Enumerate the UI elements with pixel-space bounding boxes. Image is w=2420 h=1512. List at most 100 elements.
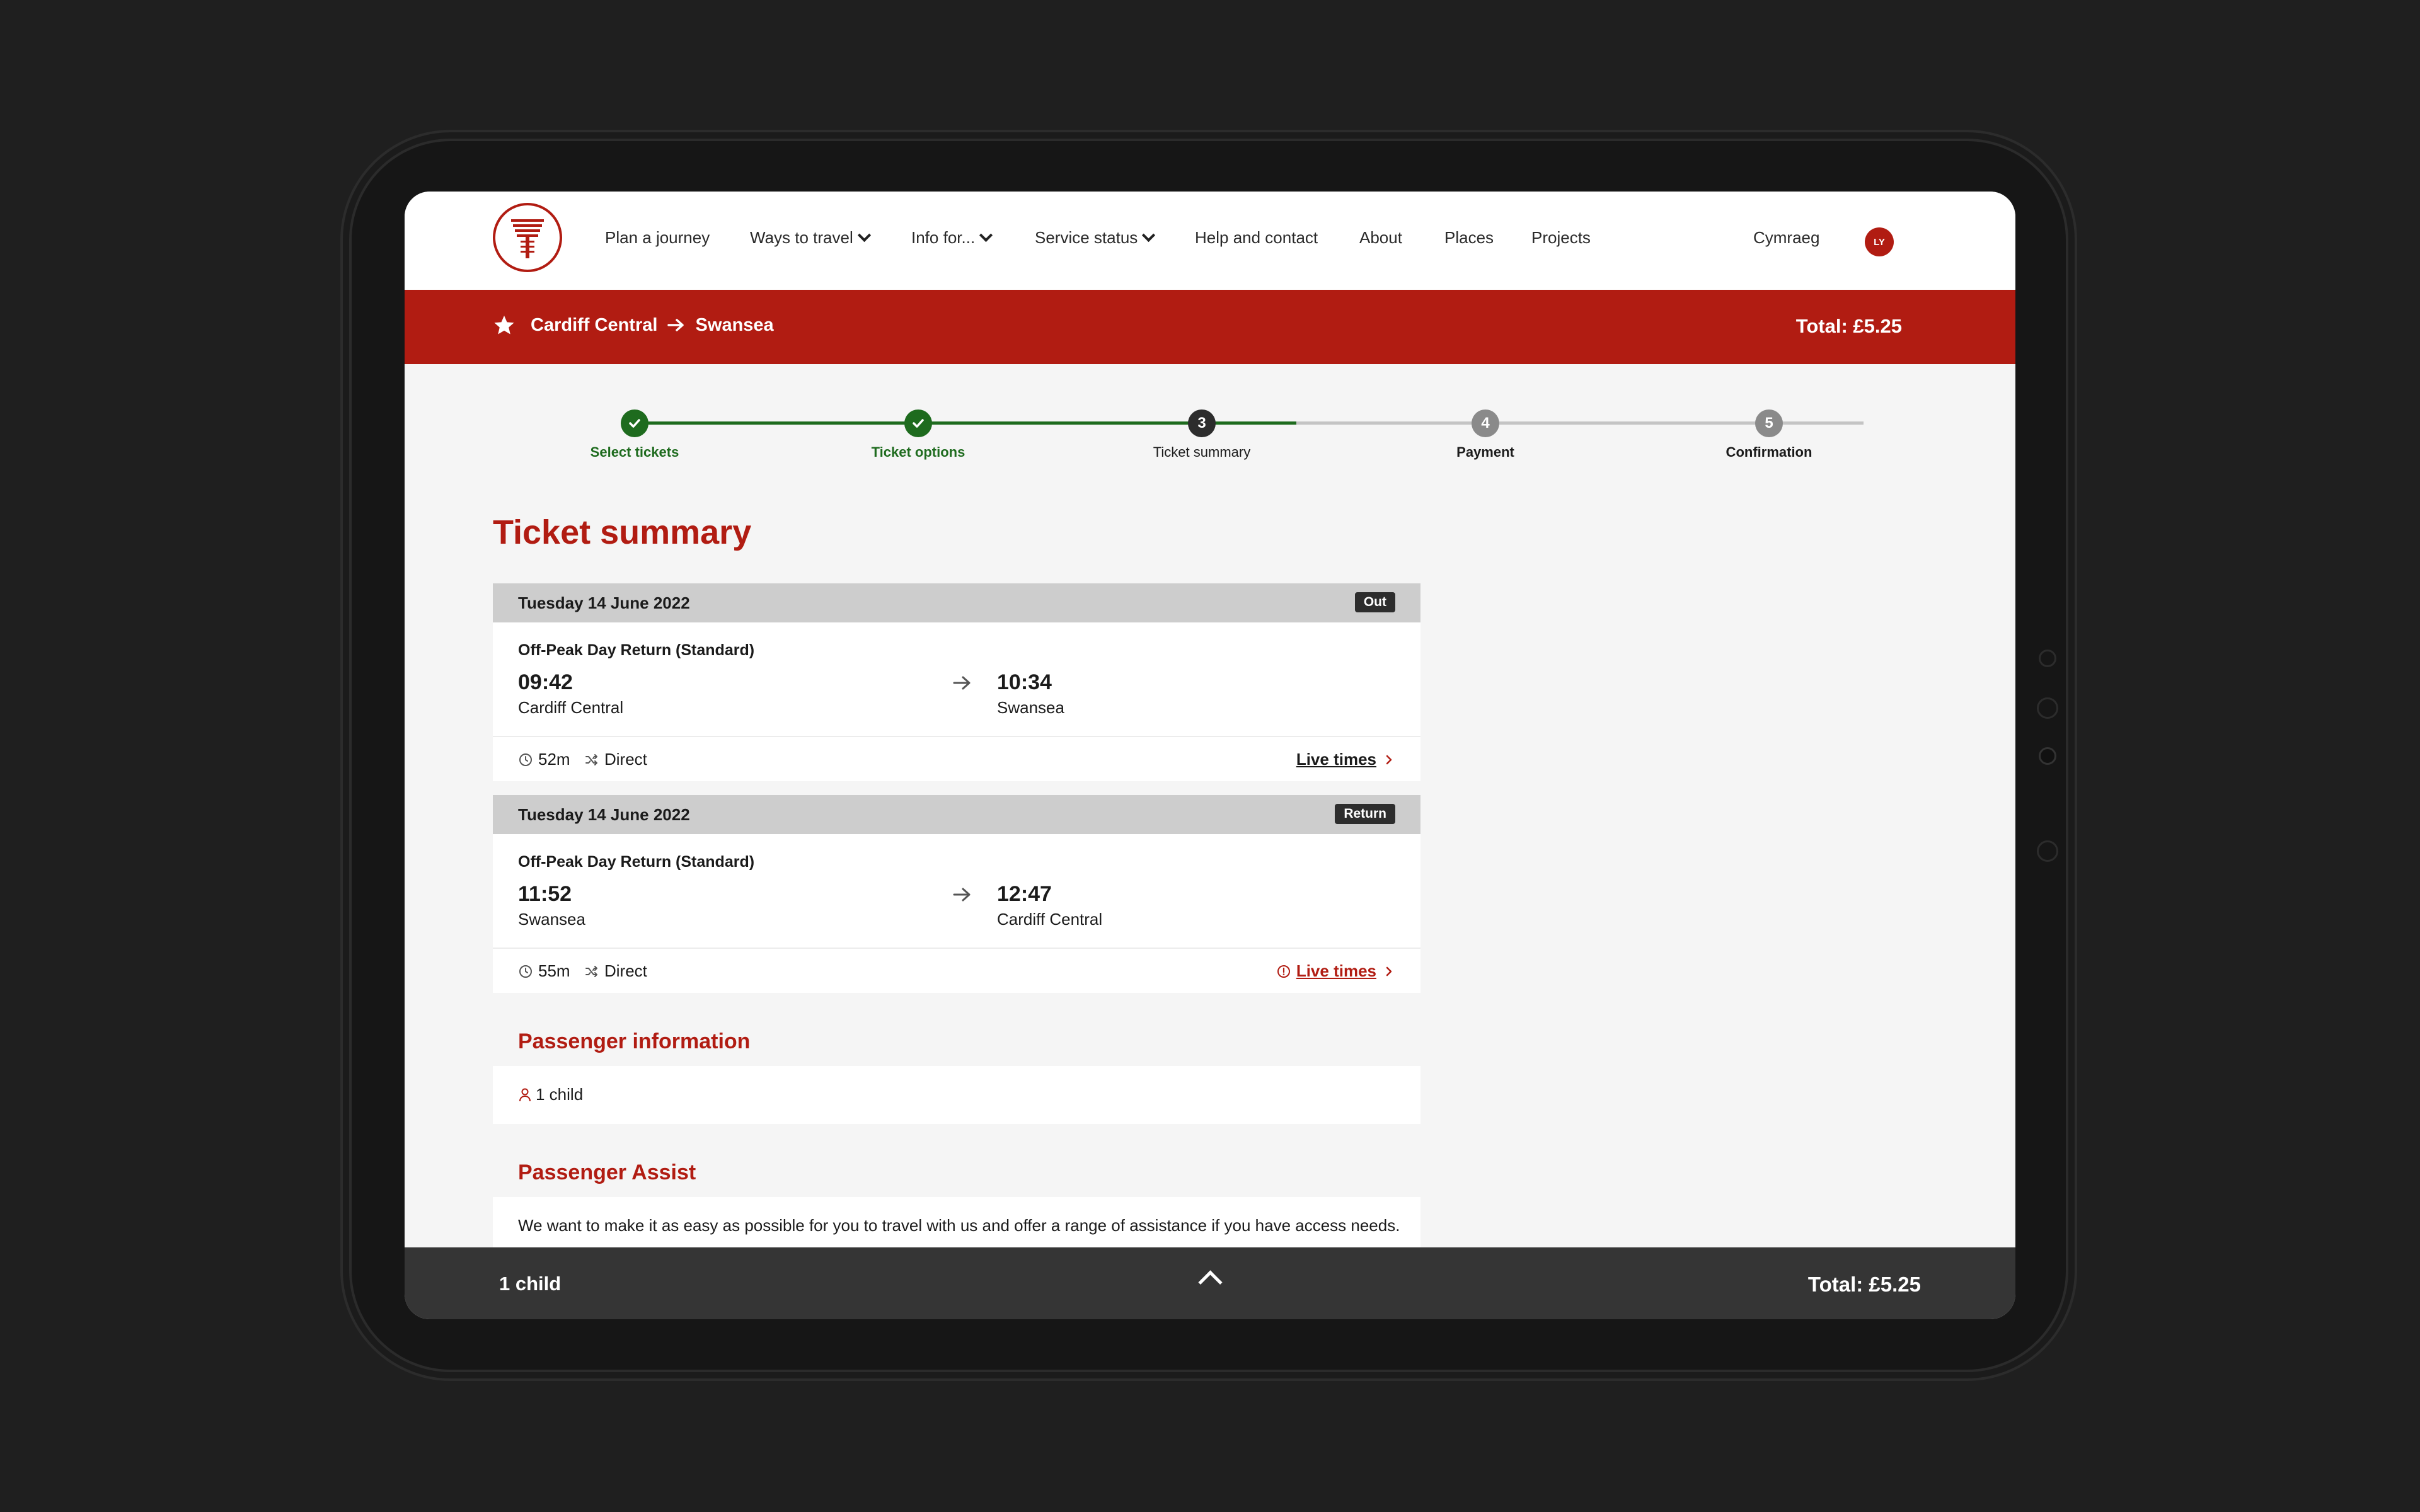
side-control-dot — [2037, 840, 2058, 862]
side-control-dot — [2039, 650, 2056, 667]
nav-label: Places — [1444, 228, 1494, 247]
journey-bar: Cardiff Central Swansea Total: £5.25 — [405, 290, 2015, 364]
arrive-time: 12:47 — [997, 882, 1052, 906]
journey-total: Total: £5.25 — [1795, 315, 1902, 337]
ticket-type: Off-Peak Day Return (Standard) — [518, 641, 755, 659]
passenger-count-text: 1 child — [536, 1085, 584, 1104]
nav-label: Plan a journey — [605, 228, 710, 247]
nav-label: Help and contact — [1195, 228, 1318, 247]
ticket-card-footer: 52m Direct Live times — [493, 737, 1420, 781]
camera-dot — [2039, 747, 2056, 765]
basket-total: Total: £5.25 — [1807, 1273, 1921, 1296]
tfw-logo[interactable] — [493, 203, 562, 272]
duration-text: 52m — [538, 750, 570, 769]
live-times-link[interactable]: Live times — [1296, 750, 1395, 769]
nav-label: Service status — [1035, 228, 1138, 247]
top-navigation: Plan a journey Ways to travel Info for..… — [405, 192, 2015, 290]
arrive-time: 10:34 — [997, 670, 1052, 694]
chevron-right-icon — [1386, 755, 1392, 764]
ticket-card-return: Tuesday 14 June 2022 Return Off-Peak Day… — [493, 795, 1420, 993]
alert-icon — [1277, 965, 1290, 978]
step-5-label: Confirmation — [1726, 444, 1812, 460]
chevron-right-icon — [1386, 966, 1392, 976]
shuffle-icon — [585, 753, 597, 765]
side-control-dot — [2037, 697, 2058, 719]
passenger-info-panel: 1 child — [493, 1066, 1420, 1124]
page-title: Ticket summary — [493, 513, 752, 551]
chevron-up-icon[interactable] — [1198, 1270, 1223, 1295]
journey-changes: Direct — [584, 961, 647, 981]
arrow-right-icon — [953, 888, 971, 902]
passenger-assist-title: Passenger Assist — [518, 1160, 696, 1184]
nav-help-and-contact[interactable]: Help and contact — [1195, 228, 1318, 247]
user-avatar[interactable]: LY — [1865, 227, 1894, 256]
changes-text: Direct — [604, 961, 647, 980]
depart-time: 09:42 — [518, 670, 573, 694]
language-toggle[interactable]: Cymraeg — [1753, 228, 1819, 247]
nav-ways-to-travel[interactable]: Ways to travel — [750, 228, 871, 247]
journey-origin: Cardiff Central — [531, 315, 658, 335]
nav-places[interactable]: Places — [1444, 228, 1494, 247]
depart-station: Cardiff Central — [518, 698, 624, 717]
basket-summary-bar[interactable]: 1 child Total: £5.25 — [405, 1247, 2015, 1319]
live-times-label: Live times — [1296, 961, 1376, 980]
ticket-type: Off-Peak Day Return (Standard) — [518, 853, 755, 871]
star-icon[interactable] — [493, 314, 516, 336]
passenger-info-title: Passenger information — [518, 1029, 751, 1053]
ticket-card-body: Off-Peak Day Return (Standard) 11:52 Swa… — [493, 834, 1420, 949]
ticket-card-header: Tuesday 14 June 2022 Out — [493, 583, 1420, 622]
check-icon — [913, 419, 924, 428]
live-times-link[interactable]: Live times — [1276, 961, 1395, 981]
changes-text: Direct — [604, 750, 647, 769]
logo-mark-icon — [511, 219, 544, 258]
journey-duration: 55m — [518, 961, 570, 981]
direction-badge: Return — [1335, 804, 1395, 824]
chevron-down-icon — [1142, 228, 1156, 243]
step-3-label: Ticket summary — [1153, 444, 1251, 460]
arrow-right-icon — [953, 676, 971, 690]
nav-service-status[interactable]: Service status — [1035, 228, 1156, 247]
step-1-label[interactable]: Select tickets — [591, 444, 679, 461]
journey-duration: 52m — [518, 750, 570, 769]
check-icon — [629, 419, 640, 428]
nav-about[interactable]: About — [1359, 228, 1402, 247]
passenger-assist-text: We want to make it as easy as possible f… — [518, 1216, 1400, 1235]
step-1-circle[interactable] — [621, 410, 648, 437]
step-3-circle: 3 — [1188, 410, 1216, 437]
journey-route: Cardiff Central Swansea — [531, 315, 774, 336]
chevron-down-icon — [857, 228, 871, 243]
step-4-circle: 4 — [1472, 410, 1499, 437]
step-4-label: Payment — [1456, 444, 1514, 460]
duration-text: 55m — [538, 961, 570, 980]
chevron-down-icon — [979, 228, 993, 243]
nav-label: About — [1359, 228, 1402, 247]
direction-badge: Out — [1354, 592, 1395, 612]
passenger-count: 1 child — [518, 1085, 583, 1104]
ticket-date: Tuesday 14 June 2022 — [518, 593, 690, 612]
step-2-circle[interactable] — [904, 410, 932, 437]
depart-station: Swansea — [518, 910, 585, 929]
clock-icon — [519, 965, 532, 978]
person-icon — [519, 1088, 531, 1101]
arrive-station: Swansea — [997, 698, 1064, 717]
depart-time: 11:52 — [518, 882, 572, 906]
nav-label: Projects — [1531, 228, 1591, 247]
journey-destination: Swansea — [695, 315, 774, 335]
nav-projects[interactable]: Projects — [1531, 228, 1591, 247]
app-screen: Plan a journey Ways to travel Info for..… — [405, 192, 2015, 1319]
step-5-circle: 5 — [1755, 410, 1783, 437]
arrive-station: Cardiff Central — [997, 910, 1103, 929]
step-2-label[interactable]: Ticket options — [872, 444, 965, 461]
nav-label: Ways to travel — [750, 228, 853, 247]
nav-label: Info for... — [911, 228, 976, 247]
ticket-card-footer: 55m Direct Live times — [493, 949, 1420, 993]
nav-info-for[interactable]: Info for... — [911, 228, 993, 247]
shuffle-icon — [585, 965, 597, 977]
nav-plan-a-journey[interactable]: Plan a journey — [605, 228, 710, 247]
ticket-card-outbound: Tuesday 14 June 2022 Out Off-Peak Day Re… — [493, 583, 1420, 781]
arrow-right-icon — [667, 319, 684, 331]
basket-passengers: 1 child — [499, 1273, 562, 1295]
clock-icon — [519, 753, 532, 766]
ticket-card-header: Tuesday 14 June 2022 Return — [493, 795, 1420, 834]
live-times-label: Live times — [1296, 750, 1376, 769]
